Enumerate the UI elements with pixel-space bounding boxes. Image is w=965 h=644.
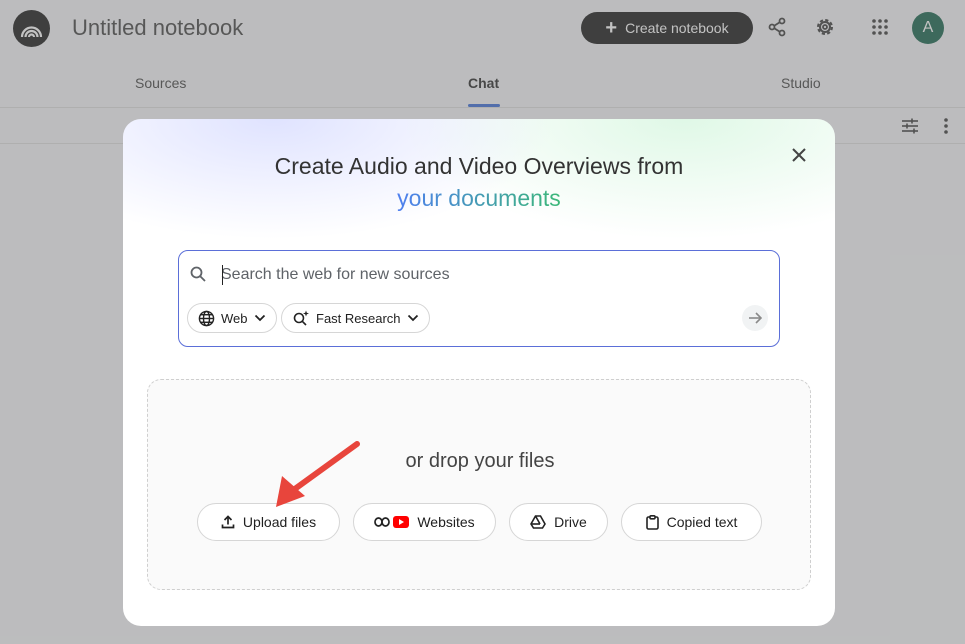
chevron-down-icon [254,314,265,322]
arrow-right-icon [749,312,762,324]
sparkle-search-icon [293,310,309,326]
websites-button[interactable]: Websites [353,503,496,541]
dialog-headline: Create Audio and Video Overviews from [274,153,684,179]
search-icon [190,266,206,287]
globe-icon [198,310,215,326]
add-sources-dialog: Create Audio and Video Overviews from yo… [123,119,835,626]
web-search-box: Web Fast Research [178,250,780,347]
dialog-headline-highlight: your documents [123,185,835,212]
search-input[interactable] [221,261,741,289]
websites-label: Websites [417,514,475,530]
research-mode-label: Fast Research [316,310,401,326]
drop-files-text: or drop your files [405,450,555,472]
submit-search-button[interactable] [742,305,768,331]
youtube-icon [393,516,410,528]
copied-text-button[interactable]: Copied text [621,503,762,541]
research-mode-dropdown[interactable]: Fast Research [281,303,430,333]
text-caret [222,265,223,285]
source-type-dropdown[interactable]: Web [187,303,277,333]
link-icon [374,517,391,527]
headline-gradient-text: your documents [397,185,561,211]
source-type-label: Web [221,310,248,326]
upload-files-label: Upload files [242,514,317,530]
upload-icon [221,515,235,529]
clipboard-icon [645,514,659,530]
drive-button[interactable]: Drive [509,503,608,541]
upload-files-button[interactable]: Upload files [197,503,340,541]
drive-label: Drive [554,514,587,530]
drive-icon [530,515,547,529]
file-drop-zone[interactable]: or drop your files Upload files Websites… [147,379,811,590]
copied-text-label: Copied text [666,514,738,530]
chevron-down-icon [407,314,418,322]
